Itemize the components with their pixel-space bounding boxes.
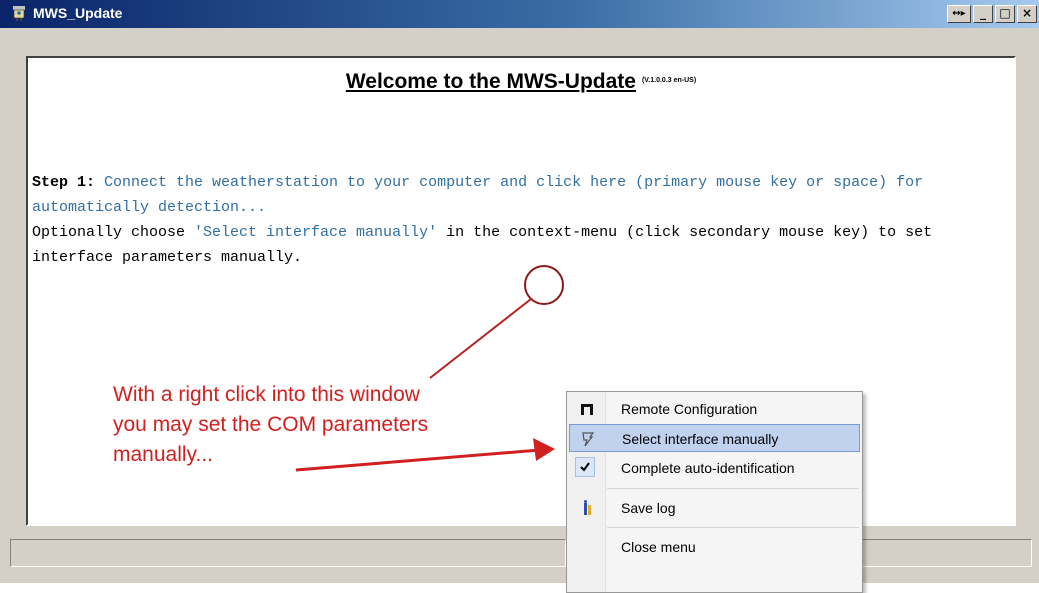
menu-item-label: Save log [621,500,676,516]
menu-item-close-menu[interactable]: Close menu [569,533,860,561]
interface-icon [582,432,595,447]
save-log-icon [584,500,591,515]
menu-separator [607,488,859,489]
menu-item-save-log[interactable]: Save log [569,494,860,522]
menu-item-select-interface[interactable]: Select interface manually [569,424,860,452]
checkmark-icon [580,462,590,472]
checked-state-box [575,457,595,477]
menu-item-label: Complete auto-identification [621,460,795,476]
menu-item-auto-identification[interactable]: Complete auto-identification [569,454,860,482]
menu-item-label: Select interface manually [622,431,779,447]
annotation-text: With a right click into this window you … [113,383,429,466]
context-menu: Remote Configuration Select interface ma… [566,391,863,593]
annotation-overlay [295,265,564,472]
menu-item-label: Remote Configuration [621,401,758,417]
remote-config-icon [581,404,593,415]
annotation-circle [524,265,564,305]
menu-item-remote-configuration[interactable]: Remote Configuration [569,395,860,423]
annotation-arrow-head [533,438,555,461]
menu-separator [607,527,859,528]
menu-item-label: Close menu [621,539,696,555]
annotation-pointer-line [429,298,532,379]
